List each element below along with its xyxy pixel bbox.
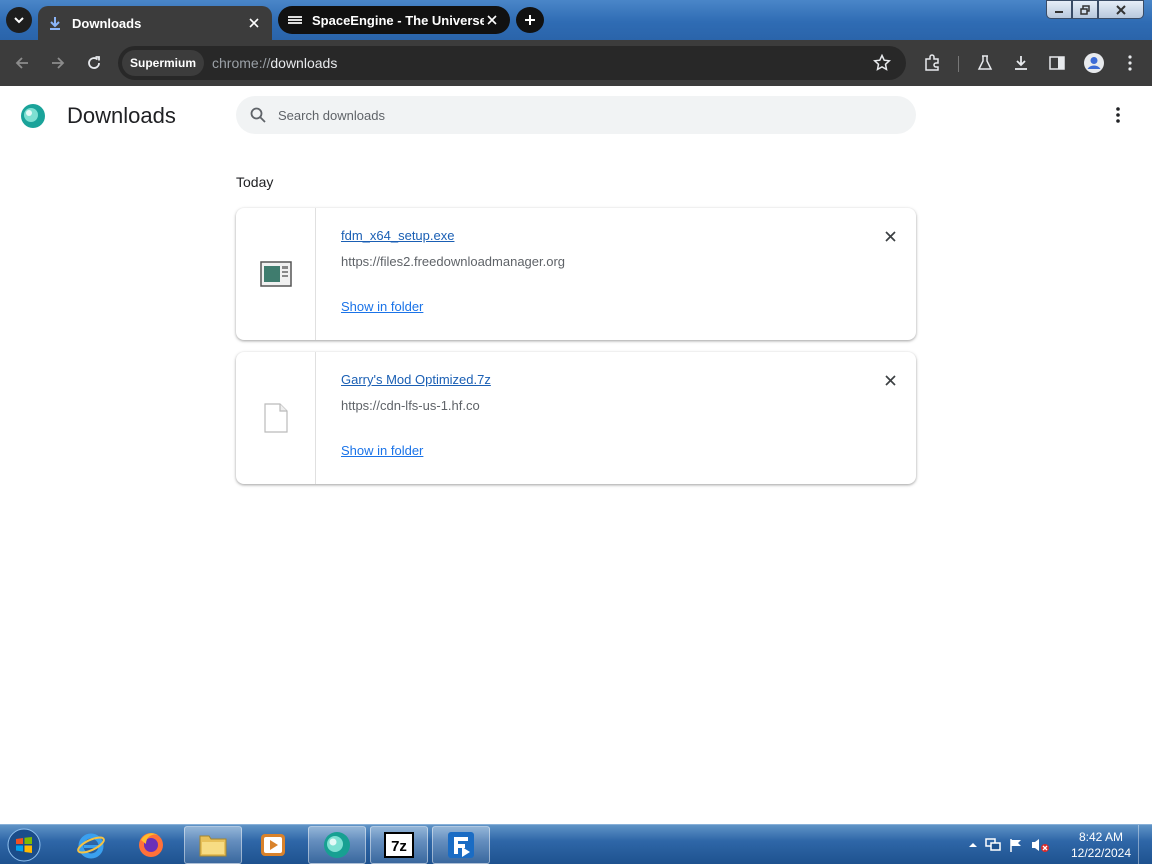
close-icon [1116, 4, 1126, 15]
svg-text:7z: 7z [391, 838, 407, 855]
puzzle-icon [925, 54, 939, 71]
start-button[interactable] [4, 827, 44, 863]
flask-icon [977, 55, 993, 70]
exe-file-icon [259, 261, 292, 287]
address-bar[interactable]: Supermium chrome://downloads [118, 46, 906, 80]
date-section-header: Today [236, 174, 274, 190]
restore-button[interactable] [1072, 0, 1098, 19]
taskbar-clock[interactable]: 8:42 AM 12/22/2024 [1066, 829, 1136, 861]
bookmark-star-button[interactable] [870, 51, 894, 75]
show-desktop-button[interactable] [1138, 825, 1152, 864]
tab-title: SpaceEngine - The Universe Si [312, 12, 484, 28]
download-source-url[interactable]: https://cdn-lfs-us-1.hf.co [341, 398, 480, 413]
clock-date: 12/22/2024 [1070, 846, 1132, 860]
taskbar-internet-explorer[interactable] [62, 826, 120, 864]
download-filename-link[interactable]: fdm_x64_setup.exe [341, 228, 454, 243]
tab-downloads[interactable]: Downloads [38, 6, 272, 40]
remove-download-button[interactable] [880, 226, 900, 246]
window-close-button[interactable] [1098, 0, 1144, 19]
taskbar-7zip[interactable]: 7z [370, 826, 428, 864]
clock-time: 8:42 AM [1078, 830, 1124, 844]
tab-close-button[interactable] [246, 15, 262, 31]
arrow-right-icon [52, 57, 65, 69]
downloads-button[interactable] [1009, 51, 1033, 75]
download-item: Garry's Mod Optimized.7z https://cdn-lfs… [236, 352, 916, 484]
url-text[interactable]: chrome://downloads [212, 55, 337, 71]
download-icon [50, 17, 60, 30]
system-tray [968, 833, 1050, 857]
page-title: Downloads [67, 103, 176, 128]
new-tab-button[interactable] [516, 7, 544, 33]
close-icon [884, 230, 896, 242]
chevron-down-icon [14, 17, 24, 24]
remove-download-button[interactable] [880, 370, 900, 390]
show-in-folder-link[interactable]: Show in folder [341, 443, 423, 458]
volume-muted-icon[interactable] [1030, 837, 1050, 853]
downloads-page: Downloads Today fdm_x64_setup.exe https:… [0, 86, 1152, 824]
back-button[interactable] [10, 51, 34, 75]
taskbar-file-explorer[interactable] [184, 826, 242, 864]
more-vertical-icon [1116, 107, 1120, 123]
reload-icon [88, 56, 100, 69]
more-vertical-icon [1128, 55, 1132, 71]
windows-taskbar: 7z 8:42 AM 12/22/2024 [0, 824, 1152, 864]
site-info-chip[interactable]: Supermium [122, 50, 205, 76]
network-icon[interactable] [984, 837, 1002, 853]
tab-spaceengine[interactable]: SpaceEngine - The Universe Si [278, 6, 510, 34]
tab-title: Downloads [72, 15, 142, 31]
arrow-left-icon [15, 57, 28, 69]
minimize-icon [1055, 10, 1063, 13]
show-in-folder-link[interactable]: Show in folder [341, 299, 423, 314]
window-controls [1046, 0, 1144, 19]
more-actions-button[interactable] [1108, 104, 1128, 126]
spaceengine-favicon-icon [288, 16, 302, 24]
profile-button[interactable] [1082, 51, 1106, 75]
download-filename-link[interactable]: Garry's Mod Optimized.7z [341, 372, 491, 387]
reload-button[interactable] [82, 51, 106, 75]
media-player-icon [261, 834, 285, 856]
taskbar-supermium[interactable] [308, 826, 366, 864]
download-item: fdm_x64_setup.exe https://files2.freedow… [236, 208, 916, 340]
tab-close-button[interactable] [484, 12, 500, 28]
forward-button[interactable] [46, 51, 70, 75]
star-icon [873, 54, 891, 71]
show-hidden-icons-icon[interactable] [968, 840, 978, 850]
search-bar[interactable] [236, 96, 916, 134]
generic-file-icon [263, 403, 288, 433]
free-download-manager-icon [448, 832, 474, 858]
firefox-icon [139, 833, 163, 857]
restore-icon [1080, 4, 1090, 15]
taskbar-media-player[interactable] [244, 826, 302, 864]
browser-menu-button[interactable] [1118, 51, 1142, 75]
plus-icon [525, 15, 535, 25]
taskbar-free-download-manager[interactable] [432, 826, 490, 864]
search-input[interactable] [278, 107, 878, 123]
title-bar: Downloads SpaceEngine - The Universe Si [0, 0, 1152, 40]
windows-start-orb-icon [7, 828, 41, 862]
close-icon [249, 18, 259, 28]
supermium-icon [324, 832, 350, 858]
extensions-button[interactable] [920, 51, 944, 75]
file-icon-column [236, 352, 316, 484]
search-icon [250, 107, 266, 123]
close-icon [884, 374, 896, 386]
7zip-icon: 7z [384, 832, 414, 858]
side-panel-button[interactable] [1045, 51, 1069, 75]
internet-explorer-icon [77, 833, 105, 859]
taskbar-firefox[interactable] [122, 826, 180, 864]
download-icon [1015, 56, 1027, 70]
file-icon-column [236, 208, 316, 340]
toolbar-divider [958, 56, 959, 72]
minimize-button[interactable] [1046, 0, 1072, 19]
action-center-flag-icon[interactable] [1008, 837, 1024, 853]
labs-button[interactable] [973, 51, 997, 75]
side-panel-icon [1049, 56, 1065, 70]
folder-icon [199, 835, 227, 857]
browser-toolbar: Supermium chrome://downloads [0, 40, 1152, 86]
downloads-logo-icon [21, 104, 45, 128]
profile-avatar-icon [1084, 53, 1104, 73]
download-source-url[interactable]: https://files2.freedownloadmanager.org [341, 254, 565, 269]
close-icon [487, 15, 497, 25]
tab-search-button[interactable] [6, 7, 32, 33]
